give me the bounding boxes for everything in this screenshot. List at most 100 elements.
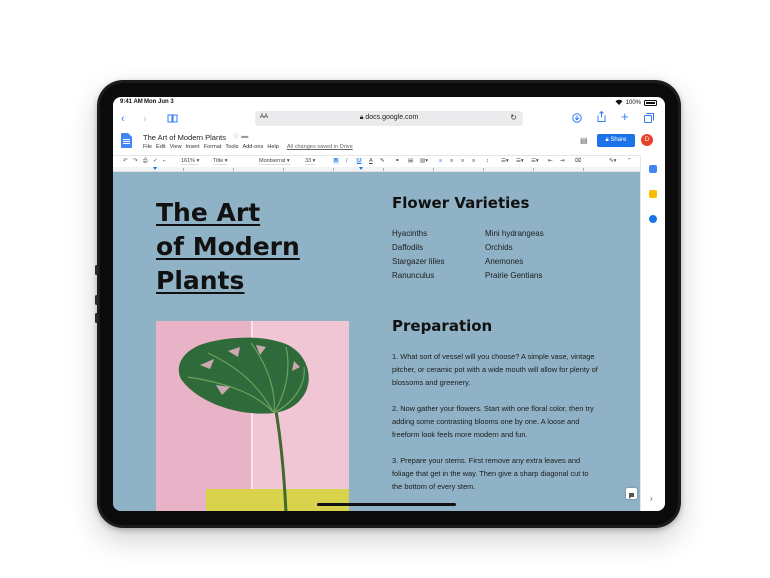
menu-insert[interactable]: Insert	[186, 144, 200, 150]
share-button[interactable]: 🔒︎ Share	[597, 134, 635, 147]
battery-icon	[644, 100, 657, 106]
document-heading[interactable]: The Art of Modern Plants	[156, 196, 300, 298]
paragraph[interactable]: 1. What sort of vessel will you choose? …	[392, 350, 598, 389]
bookmarks-icon[interactable]	[167, 113, 178, 127]
home-indicator[interactable]	[317, 503, 456, 506]
ruler-tick	[433, 168, 434, 171]
status-bar: 9:41 AM Mon Jun 3 100%	[113, 97, 665, 108]
font-select[interactable]: Montserrat ▾	[259, 158, 290, 165]
forward-icon[interactable]: ›	[143, 112, 147, 126]
share-label: Share	[610, 137, 627, 143]
left-indent-marker[interactable]	[153, 167, 157, 170]
comment-icon[interactable]: ▤	[580, 136, 588, 145]
list-item[interactable]: Orchids	[485, 243, 595, 252]
monstera-photo[interactable]	[156, 321, 349, 511]
calendar-icon[interactable]	[649, 165, 657, 173]
list-item[interactable]: Hyacinths	[392, 229, 485, 238]
preparation-steps: 1. What sort of vessel will you choose? …	[392, 350, 598, 506]
document-title[interactable]: The Art of Modern Plants	[143, 133, 226, 142]
undo-icon[interactable]: ↶	[123, 158, 128, 164]
ruler-tick	[183, 168, 184, 171]
list-item[interactable]: Daffodils	[392, 243, 485, 252]
link-icon[interactable]: ⚭	[395, 158, 400, 164]
list-item[interactable]: Anemones	[485, 257, 595, 266]
menu-help[interactable]: Help	[267, 144, 279, 150]
insert-image-icon[interactable]: ▨▾	[420, 158, 428, 164]
menu-file[interactable]: File	[143, 144, 152, 150]
saved-status[interactable]: All changes saved in Drive	[287, 144, 353, 150]
menu-view[interactable]: View	[170, 144, 182, 150]
font-size-select[interactable]: 33 ▾	[305, 158, 316, 165]
list-item[interactable]: Prairie Gentians	[485, 271, 595, 280]
ipad-side-button	[95, 313, 98, 323]
avatar[interactable]: D	[641, 134, 653, 146]
decrease-indent-icon[interactable]: ⇤	[548, 158, 553, 164]
keep-icon[interactable]	[649, 190, 657, 198]
status-right: 100%	[615, 99, 657, 107]
share-sheet-icon[interactable]	[597, 110, 606, 126]
style-select[interactable]: Title ▾	[213, 158, 228, 165]
share-lock-icon: 🔒︎	[605, 137, 609, 143]
menu-add-ons[interactable]: Add-ons	[242, 144, 263, 150]
insert-comment-icon[interactable]: ▤	[408, 158, 413, 164]
ipad-screen: 9:41 AM Mon Jun 3 100% ‹ › AA 🔒︎ docs.go…	[113, 97, 665, 511]
align-center-icon[interactable]: ≡	[450, 158, 453, 164]
paragraph[interactable]: 2. Now gather your flowers. Start with o…	[392, 402, 598, 441]
back-icon[interactable]: ‹	[121, 112, 125, 126]
numbered-list-icon[interactable]: ☰▾	[531, 158, 539, 164]
ruler-tick	[533, 168, 534, 171]
tabs-icon[interactable]	[644, 113, 654, 127]
document-page[interactable]: The Art of Modern Plants Flower Varietie…	[113, 172, 640, 511]
text-color-button[interactable]: A	[369, 158, 373, 164]
underline-button[interactable]: U	[356, 158, 362, 164]
varieties-list: Hyacinths Mini hydrangeas Daffodils Orch…	[392, 229, 595, 280]
folder-icon[interactable]: ▬	[241, 133, 248, 140]
tasks-icon[interactable]	[649, 215, 657, 223]
highlight-icon[interactable]: ✎	[380, 158, 385, 164]
editing-mode-icon[interactable]: ✎▾	[609, 158, 616, 164]
paragraph[interactable]: 3. Prepare your stems. First remove any …	[392, 454, 598, 493]
list-item[interactable]: Mini hydrangeas	[485, 229, 595, 238]
star-icon[interactable]: ☆	[233, 133, 239, 140]
varieties-heading[interactable]: Flower Varieties	[392, 194, 529, 212]
menu-edit[interactable]: Edit	[156, 144, 166, 150]
redo-icon[interactable]: ↷	[133, 158, 138, 164]
docs-logo-icon[interactable]	[121, 133, 132, 148]
bulleted-list-icon[interactable]: ☰▾	[516, 158, 524, 164]
italic-button[interactable]: I	[346, 158, 348, 164]
align-left-icon[interactable]: ≡	[439, 158, 442, 164]
justify-icon[interactable]: ≡	[472, 158, 475, 164]
zoom-value: 161%	[181, 158, 196, 164]
clear-formatting-icon[interactable]: ⌧	[575, 158, 581, 164]
list-item[interactable]: Ranunculus	[392, 271, 485, 280]
bold-button[interactable]: B	[333, 158, 339, 164]
ruler-tick	[383, 168, 384, 171]
line-spacing-icon[interactable]: ↕	[486, 158, 489, 164]
list-item[interactable]: Stargazer lilies	[392, 257, 485, 266]
ruler-tick	[233, 168, 234, 171]
ipad-side-button	[95, 265, 98, 275]
paint-format-icon[interactable]: ⌐	[163, 158, 166, 164]
tab-stop-marker[interactable]	[359, 167, 363, 170]
ipad-side-button	[95, 295, 98, 305]
checklist-icon[interactable]: ☰▾	[501, 158, 509, 164]
heading-line: Plants	[156, 266, 245, 295]
align-right-icon[interactable]: ≡	[461, 158, 464, 164]
format-toolbar: ↶ ↷ ⎙ ✓ ⌐ 161% ▾ Title ▾ Montserrat ▾ 33…	[113, 155, 640, 167]
url-bar[interactable]: AA 🔒︎ docs.google.com ↻	[255, 111, 523, 126]
reload-icon[interactable]: ↻	[510, 113, 517, 122]
print-icon[interactable]: ⎙	[143, 158, 147, 165]
increase-indent-icon[interactable]: ⇥	[560, 158, 565, 164]
expand-panel-icon[interactable]: ›	[650, 494, 653, 503]
assistant-bubble-icon[interactable]	[626, 488, 637, 499]
preparation-heading[interactable]: Preparation	[392, 317, 492, 335]
docs-header: The Art of Modern Plants ☆ ▬ File Edit V…	[113, 131, 665, 155]
spellcheck-icon[interactable]: ✓	[153, 158, 158, 164]
new-tab-icon[interactable]: +	[621, 110, 629, 124]
menu-tools[interactable]: Tools	[225, 144, 238, 150]
zoom-select[interactable]: 161% ▾	[181, 158, 200, 165]
collapse-toolbar-icon[interactable]: ⌃	[627, 158, 632, 164]
download-icon[interactable]	[572, 113, 582, 127]
ruler-tick	[583, 168, 584, 171]
menu-format[interactable]: Format	[204, 144, 222, 150]
